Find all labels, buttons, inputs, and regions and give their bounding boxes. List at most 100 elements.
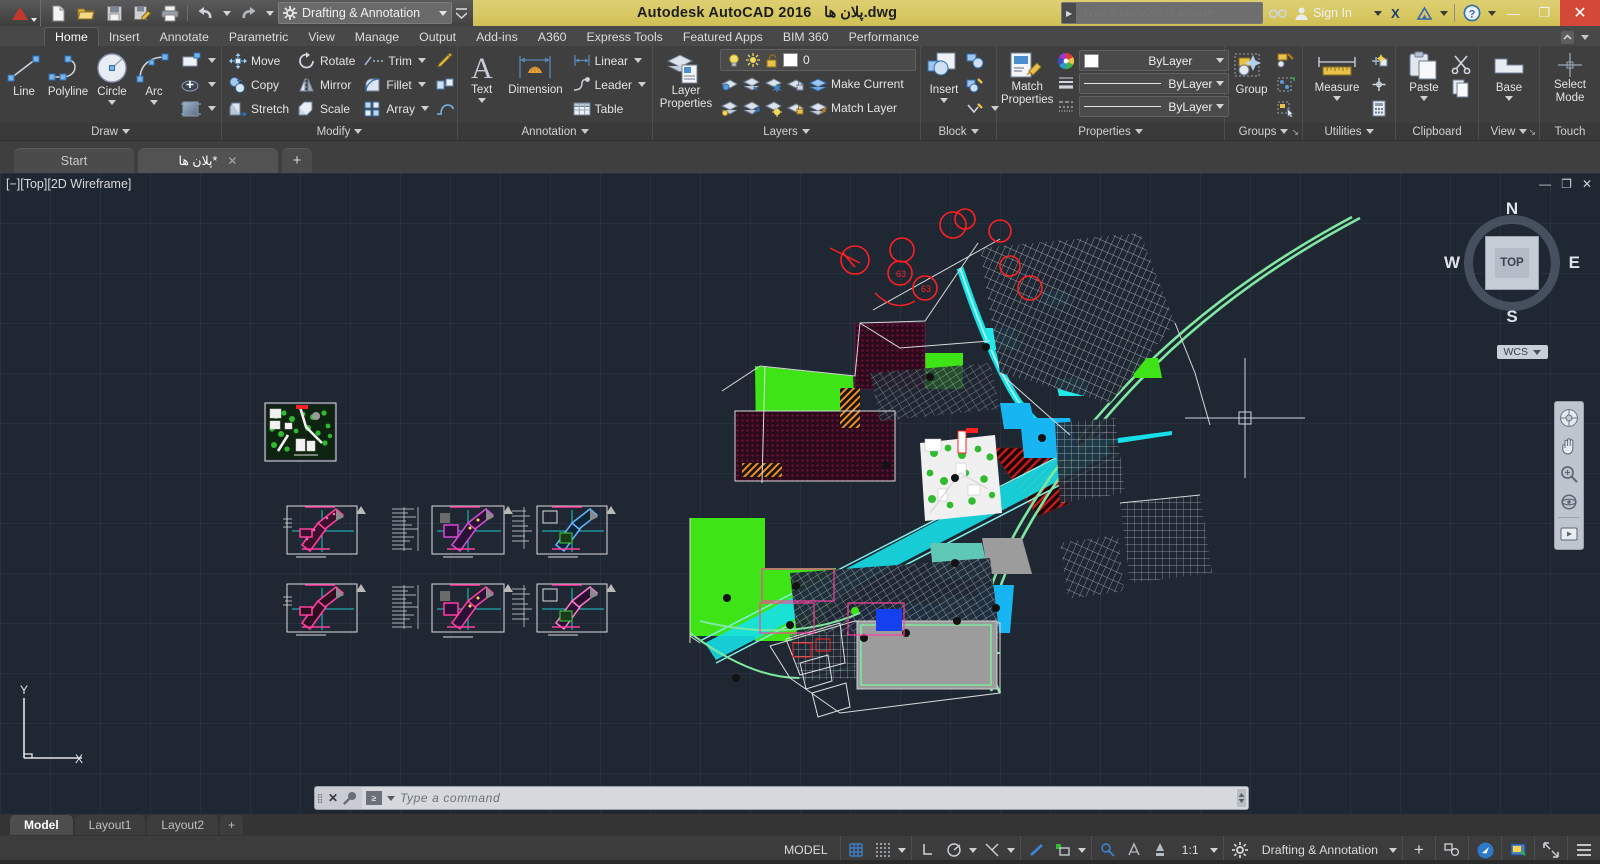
layer-isolate-icon[interactable] bbox=[720, 76, 739, 93]
doc-tab-start[interactable]: Start bbox=[14, 148, 134, 173]
ribbon-options-icon[interactable] bbox=[1576, 28, 1594, 46]
annotation-scale-button[interactable]: 1:1 bbox=[1175, 839, 1206, 861]
group-select-button[interactable] bbox=[1274, 97, 1298, 120]
pan-hand-icon[interactable] bbox=[1556, 433, 1582, 458]
chevron-down-icon[interactable] bbox=[418, 82, 426, 87]
help-icon[interactable]: ? bbox=[1459, 0, 1485, 26]
lineweight-toggle[interactable] bbox=[1026, 839, 1048, 861]
color-wheel-icon[interactable] bbox=[1057, 52, 1075, 70]
wcs-selector[interactable]: WCS bbox=[1497, 345, 1549, 359]
viewport-minimize-icon[interactable]: — bbox=[1539, 177, 1551, 191]
chevron-down-icon[interactable] bbox=[1505, 96, 1513, 101]
chevron-down-icon[interactable] bbox=[208, 58, 216, 63]
paste-button[interactable]: Paste bbox=[1400, 49, 1448, 101]
panel-title-block[interactable]: Block bbox=[921, 123, 996, 140]
close-command-line-icon[interactable]: ✕ bbox=[324, 791, 342, 805]
layer-control-combobox[interactable]: 0 bbox=[720, 49, 916, 71]
panel-title-view[interactable]: View ↘ bbox=[1479, 123, 1539, 140]
object-snap-toggle[interactable] bbox=[981, 839, 1003, 861]
panel-dialog-launcher[interactable]: ↘ bbox=[1528, 127, 1536, 138]
tab-manage[interactable]: Manage bbox=[345, 27, 409, 46]
panel-title-layers[interactable]: Layers bbox=[653, 123, 920, 140]
group-button[interactable]: Group bbox=[1229, 49, 1274, 96]
search-icon[interactable] bbox=[1265, 0, 1291, 26]
dimension-button[interactable]: Dimension bbox=[503, 49, 567, 96]
calculator-button[interactable] bbox=[1367, 97, 1391, 120]
tab-annotate[interactable]: Annotate bbox=[150, 27, 219, 46]
panel-title-utilities[interactable]: Utilities bbox=[1303, 123, 1395, 140]
arc-button[interactable]: Arc bbox=[134, 49, 174, 105]
autodesk-a360-icon[interactable] bbox=[1411, 0, 1437, 26]
undo-dropdown-icon[interactable] bbox=[220, 2, 233, 24]
grid-display-toggle[interactable] bbox=[846, 839, 868, 861]
tab-output[interactable]: Output bbox=[409, 27, 466, 46]
linear-dimension-button[interactable]: Linear bbox=[570, 49, 648, 72]
table-button[interactable]: Table bbox=[570, 97, 648, 120]
edit-block-button[interactable] bbox=[963, 73, 1001, 96]
layout-tab-layout1[interactable]: Layout1 bbox=[75, 815, 146, 835]
copy-clip-button[interactable] bbox=[1448, 76, 1474, 99]
point-id-button[interactable] bbox=[1367, 73, 1391, 96]
chevron-down-icon[interactable] bbox=[418, 58, 426, 63]
new-layout-button[interactable]: + bbox=[220, 815, 243, 835]
panel-title-properties[interactable]: Properties bbox=[997, 123, 1224, 140]
application-menu-button[interactable] bbox=[0, 0, 40, 26]
tab-home[interactable]: Home bbox=[44, 27, 99, 46]
chevron-down-icon[interactable] bbox=[478, 98, 486, 103]
plot-icon[interactable] bbox=[157, 2, 183, 24]
chevron-down-icon[interactable] bbox=[1007, 848, 1015, 853]
tab-insert[interactable]: Insert bbox=[99, 27, 150, 46]
viewport-restore-icon[interactable]: ❐ bbox=[1561, 177, 1572, 191]
tab-view[interactable]: View bbox=[298, 27, 344, 46]
panel-title-draw[interactable]: Draw bbox=[0, 123, 221, 140]
circle-button[interactable]: Circle bbox=[92, 49, 132, 105]
ungroup-button[interactable] bbox=[1274, 49, 1298, 72]
panel-title-modify[interactable]: Modify bbox=[222, 123, 457, 140]
scale-button[interactable]: Scale bbox=[295, 97, 357, 120]
sun-freeze-icon[interactable] bbox=[746, 53, 760, 68]
sign-in-button[interactable]: Sign In bbox=[1291, 6, 1385, 21]
tab-addins[interactable]: Add-ins bbox=[466, 27, 528, 46]
layer-unlock-icon[interactable] bbox=[786, 100, 805, 117]
chevron-down-icon[interactable] bbox=[150, 100, 158, 105]
chevron-down-icon[interactable] bbox=[1420, 96, 1428, 101]
model-space-button[interactable]: MODEL bbox=[777, 839, 835, 861]
create-block-button[interactable] bbox=[963, 49, 1001, 72]
block-attribute-button[interactable] bbox=[963, 97, 1001, 120]
customization-icon[interactable] bbox=[1573, 839, 1595, 861]
hatch-button[interactable] bbox=[178, 73, 218, 96]
drawing-canvas[interactable]: [−][Top][2D Wireframe] — ❐ ✕ bbox=[0, 173, 1600, 818]
open-icon[interactable] bbox=[73, 2, 99, 24]
layer-thaw-icon[interactable] bbox=[764, 100, 783, 117]
zoom-extents-icon[interactable] bbox=[1556, 461, 1582, 486]
chevron-down-icon[interactable] bbox=[208, 82, 216, 87]
array-button[interactable]: Array bbox=[361, 97, 431, 120]
text-button[interactable]: A Text bbox=[462, 49, 501, 103]
view-cube-south[interactable]: S bbox=[1506, 307, 1517, 327]
chevron-down-icon[interactable] bbox=[1210, 848, 1218, 853]
stretch-button[interactable]: Stretch bbox=[226, 97, 291, 120]
match-properties-button[interactable]: Match Properties bbox=[1001, 49, 1053, 106]
workspace-switcher[interactable]: Drafting & Annotation bbox=[278, 2, 452, 24]
autoscale-toggle[interactable] bbox=[1149, 839, 1171, 861]
lightbulb-icon[interactable] bbox=[727, 53, 741, 68]
panel-dialog-launcher[interactable]: ↘ bbox=[1291, 127, 1299, 138]
isolate-objects-icon[interactable] bbox=[1441, 839, 1463, 861]
panel-title-touch[interactable]: Touch bbox=[1540, 123, 1600, 140]
erase-button[interactable] bbox=[433, 49, 457, 72]
chevron-down-icon[interactable] bbox=[638, 82, 646, 87]
chevron-down-icon[interactable] bbox=[1333, 96, 1341, 101]
close-button[interactable]: ✕ bbox=[1560, 0, 1600, 26]
cut-button[interactable] bbox=[1448, 52, 1474, 75]
layer-on-icon[interactable] bbox=[742, 100, 761, 117]
polyline-button[interactable]: Polyline bbox=[46, 49, 90, 98]
layer-lock-icon[interactable] bbox=[786, 76, 805, 93]
chevron-down-icon[interactable] bbox=[387, 796, 395, 801]
search-box[interactable]: ▶ bbox=[1061, 2, 1263, 24]
tab-performance[interactable]: Performance bbox=[839, 27, 929, 46]
tab-bim360[interactable]: BIM 360 bbox=[773, 27, 839, 46]
save-icon[interactable] bbox=[101, 2, 127, 24]
workspace-switch-button[interactable]: Drafting & Annotation bbox=[1255, 839, 1385, 861]
unlock-icon[interactable] bbox=[765, 53, 778, 68]
a360-dropdown-icon[interactable] bbox=[1437, 0, 1450, 26]
